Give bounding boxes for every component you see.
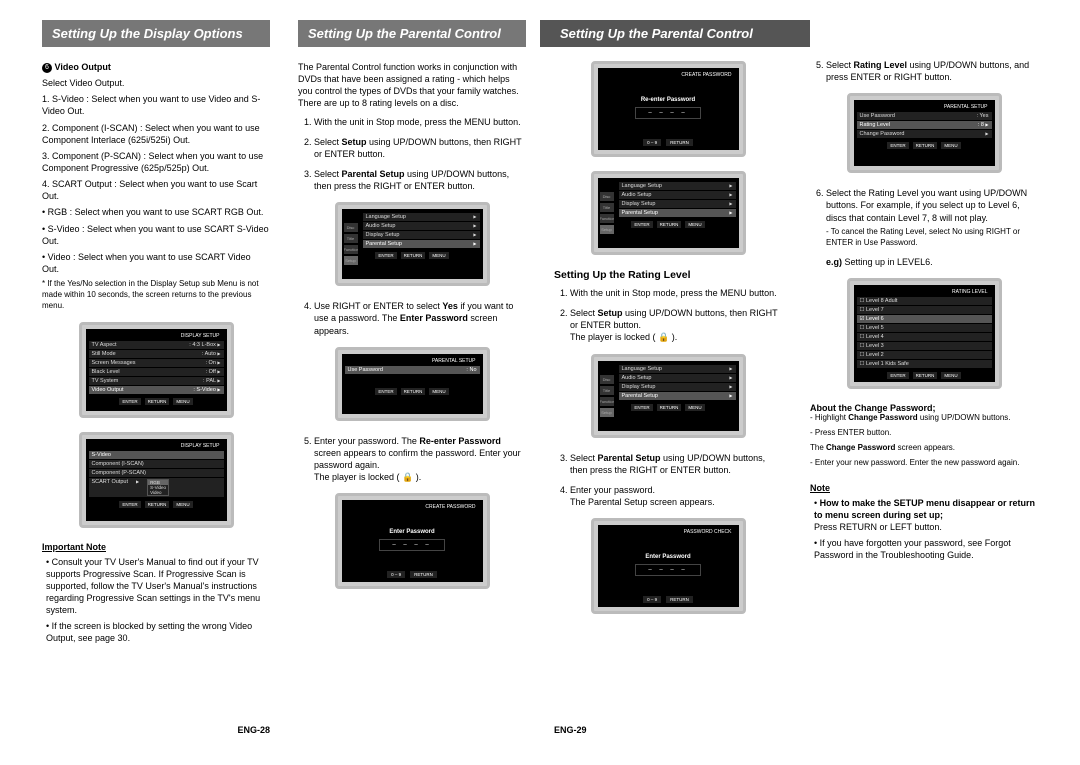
item-svideo: 1. S-Video : Select when you want to use… bbox=[42, 93, 270, 117]
step-5: Enter your password. The Re-enter Passwo… bbox=[314, 435, 526, 484]
page-spread: Setting Up the Display Options 6 Video O… bbox=[0, 0, 1080, 765]
about-change-password-head: About the Change Password; bbox=[810, 403, 1038, 413]
eg-line: e.g) Setting up in LEVEL6. bbox=[826, 256, 1038, 268]
tv-reenter-password: CREATE PASSWORD Re-enter Password – – – … bbox=[591, 61, 746, 157]
rl-step-3: Select Parental Setup using UP/DOWN butt… bbox=[570, 452, 782, 476]
item-rgb: • RGB : Select when you want to use SCAR… bbox=[42, 206, 270, 218]
tv-create-password: CREATE PASSWORD Enter Password – – – – 0… bbox=[335, 493, 490, 589]
parental-intro: The Parental Control function works in c… bbox=[298, 61, 526, 110]
tv-rating-level: RATING LEVEL ☐ Level 8 Adult ☐ Level 7 ☑… bbox=[847, 278, 1002, 389]
note-head: Note bbox=[810, 483, 1038, 493]
column-4: Select Rating Level using UP/DOWN button… bbox=[796, 20, 1052, 735]
section-header-display-options: Setting Up the Display Options bbox=[42, 20, 270, 47]
note-1: How to make the SETUP menu disappear or … bbox=[814, 497, 1038, 533]
rl-step-2: Select Setup using UP/DOWN buttons, then… bbox=[570, 307, 782, 343]
page-number-right: ENG-29 bbox=[554, 725, 587, 735]
page-number-left: ENG-28 bbox=[237, 725, 270, 735]
rl-step-1: With the unit in Stop mode, press the ME… bbox=[570, 287, 782, 299]
tv-setup-menu-3: Disc Menu Title Menu Function Setup Lang… bbox=[591, 354, 746, 438]
tv-display-setup-1: DISPLAY SETUP TV Aspect: 4:3 L-Box Still… bbox=[79, 322, 234, 418]
rl-step-5: Select Rating Level using UP/DOWN button… bbox=[826, 59, 1038, 83]
important-note-head: Important Note bbox=[42, 542, 270, 552]
col1-body: 6 Video Output Select Video Output. 1. S… bbox=[42, 61, 270, 312]
tv-parental-setup-2: PARENTAL SETUP Use Password: Yes Rating … bbox=[847, 93, 1002, 173]
circled-number-icon: 6 bbox=[42, 63, 52, 73]
tv-parental-setup: PARENTAL SETUP Use Password: No ENTERRET… bbox=[335, 347, 490, 421]
note-list: How to make the SETUP menu disappear or … bbox=[810, 497, 1038, 562]
item-pscan: 3. Component (P-SCAN) : Select when you … bbox=[42, 150, 270, 174]
tv-setup-menu: Disc Menu Title Menu Function Setup Lang… bbox=[335, 202, 490, 286]
step-4: Use RIGHT or ENTER to select Yes if you … bbox=[314, 300, 526, 336]
tv-setup-menu-2: Disc Menu Title Menu Function Setup Lang… bbox=[591, 171, 746, 255]
select-video-output: Select Video Output. bbox=[42, 77, 270, 89]
important-note-1: Consult your TV User's Manual to find ou… bbox=[46, 556, 270, 617]
important-note-2: If the screen is blocked by setting the … bbox=[46, 620, 270, 644]
note-2: If you have forgotten your password, see… bbox=[814, 537, 1038, 561]
item-scart: 4. SCART Output : Select when you want t… bbox=[42, 178, 270, 202]
tv-display-setup-2: DISPLAY SETUP S-Video Component (I-SCAN)… bbox=[79, 432, 234, 528]
important-notes: Consult your TV User's Manual to find ou… bbox=[42, 556, 270, 645]
video-output-label: Video Output bbox=[55, 62, 111, 72]
column-2: Setting Up the Parental Control The Pare… bbox=[284, 20, 540, 735]
item-iscan: 2. Component (I-SCAN) : Select when you … bbox=[42, 122, 270, 146]
rl-step-4: Enter your password.The Parental Setup s… bbox=[570, 484, 782, 508]
item-video: • Video : Select when you want to use SC… bbox=[42, 251, 270, 275]
about-change-password-body: - Highlight Change Password using UP/DOW… bbox=[810, 413, 1038, 468]
section-header-parental-2: Setting Up the Parental Control bbox=[540, 20, 810, 47]
rating-level-subhead: Setting Up the Rating Level bbox=[554, 269, 782, 281]
column-3: Setting Up the Parental Control CREATE P… bbox=[540, 20, 796, 735]
section-header-parental-1: Setting Up the Parental Control bbox=[298, 20, 526, 47]
tv-password-check: PASSWORD CHECK Enter Password – – – – 0 … bbox=[591, 518, 746, 614]
yesno-note: * If the Yes/No selection in the Display… bbox=[42, 279, 270, 311]
rl-step-6: Select the Rating Level you want using U… bbox=[826, 187, 1038, 248]
column-1: Setting Up the Display Options 6 Video O… bbox=[28, 20, 284, 735]
step-2: Select Setup using UP/DOWN buttons, then… bbox=[314, 136, 526, 160]
item-svideo2: • S-Video : Select when you want to use … bbox=[42, 223, 270, 247]
parental-steps: With the unit in Stop mode, press the ME… bbox=[298, 116, 526, 193]
step-3: Select Parental Setup using UP/DOWN butt… bbox=[314, 168, 526, 192]
step-1: With the unit in Stop mode, press the ME… bbox=[314, 116, 526, 128]
